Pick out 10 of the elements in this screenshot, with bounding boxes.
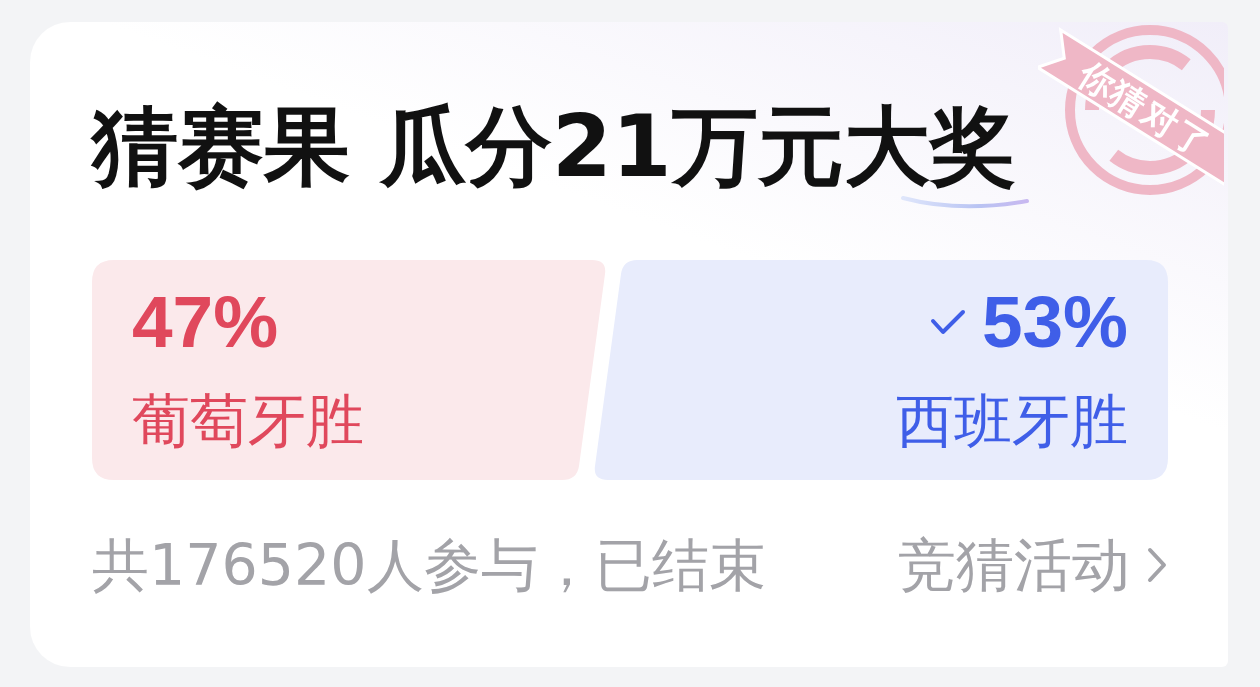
option-label: 西班牙胜 xyxy=(896,392,1128,450)
percent-text: 47% xyxy=(132,285,279,358)
percent-text: 53% xyxy=(981,285,1128,358)
chevron-icon xyxy=(1146,546,1168,584)
activity-link[interactable]: 竞猜活动 xyxy=(898,536,1168,594)
option-label: 葡萄牙胜 xyxy=(132,392,364,450)
check-icon xyxy=(929,307,966,336)
participants-summary: 共176520人参与，已结束 xyxy=(92,536,766,594)
card-title: 猜赛果 瓜分21万元大奖 xyxy=(92,103,1016,189)
swoosh-icon xyxy=(900,195,1030,211)
